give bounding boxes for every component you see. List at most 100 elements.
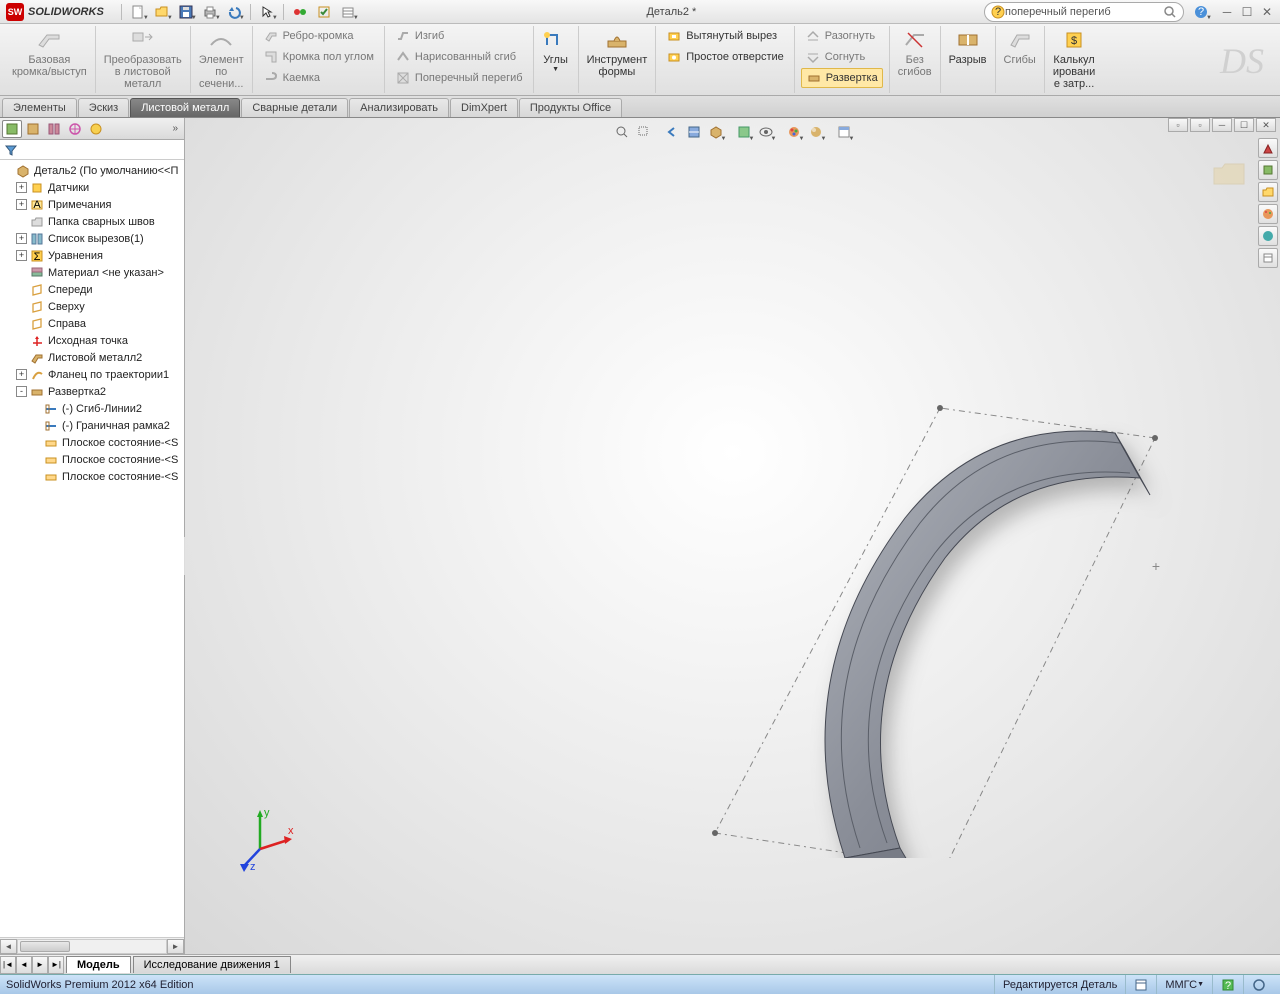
hem-button[interactable]: Каемка xyxy=(259,68,378,88)
edge-flange-button[interactable]: Ребро-кромка xyxy=(259,26,378,46)
status-rebuild-icon[interactable] xyxy=(1243,975,1274,994)
command-tab-5[interactable]: DimXpert xyxy=(450,98,518,117)
tree-expander[interactable]: + xyxy=(16,369,27,380)
tree-item[interactable]: +Датчики xyxy=(0,179,184,196)
taskpane-view-palette[interactable] xyxy=(1258,204,1278,224)
doc-restore[interactable]: ☐ xyxy=(1234,118,1254,132)
taskpane-resources[interactable] xyxy=(1258,138,1278,158)
tree-item[interactable]: Исходная точка xyxy=(0,332,184,349)
doc-window-2[interactable]: ▫ xyxy=(1190,118,1210,132)
tree-item[interactable]: -Развертка2 xyxy=(0,383,184,400)
tree-item[interactable]: (-) Граничная рамка2 xyxy=(0,417,184,434)
miter-flange-button[interactable]: Кромка пол углом xyxy=(259,47,378,67)
tree-item[interactable]: Сверху xyxy=(0,298,184,315)
tree-root[interactable]: Деталь2 (По умолчанию<<П xyxy=(0,162,184,179)
command-tab-4[interactable]: Анализировать xyxy=(349,98,449,117)
tree-item[interactable]: +Фланец по траектории1 xyxy=(0,366,184,383)
taskpane-custom-props[interactable] xyxy=(1258,248,1278,268)
tree-expander[interactable]: + xyxy=(16,182,27,193)
command-tab-2[interactable]: Листовой металл xyxy=(130,98,240,117)
motion-study-tab[interactable]: Исследование движения 1 xyxy=(133,956,291,973)
filter-icon[interactable] xyxy=(4,143,18,157)
command-tab-3[interactable]: Сварные детали xyxy=(241,98,348,117)
display-manager-tab[interactable] xyxy=(86,120,106,138)
rip-button[interactable]: Разрыв xyxy=(945,26,991,68)
tree-item[interactable]: Листовой металл2 xyxy=(0,349,184,366)
scroll-left-button[interactable]: ◄ xyxy=(0,939,17,954)
zoom-area-button[interactable] xyxy=(634,122,654,142)
tree-expander[interactable]: - xyxy=(16,386,27,397)
command-tab-1[interactable]: Эскиз xyxy=(78,98,129,117)
no-bends-button[interactable]: Без сгибов xyxy=(894,26,936,80)
config-manager-tab[interactable] xyxy=(44,120,64,138)
search-icon[interactable] xyxy=(1163,5,1177,19)
help-button[interactable]: ?▼ xyxy=(1190,2,1212,22)
command-tab-6[interactable]: Продукты Office xyxy=(519,98,622,117)
tree-item[interactable]: Плоское состояние-<S xyxy=(0,451,184,468)
print-button[interactable]: ▼ xyxy=(199,2,221,22)
open-button[interactable]: ▼ xyxy=(151,2,173,22)
tab-last[interactable]: ►| xyxy=(48,956,64,974)
restore-button[interactable]: ☐ xyxy=(1238,4,1256,20)
tree-item[interactable]: Плоское состояние-<S xyxy=(0,468,184,485)
traffic-light-icon[interactable] xyxy=(289,2,311,22)
corners-button[interactable]: Углы▼ xyxy=(538,26,574,76)
tab-prev[interactable]: ◄ xyxy=(16,956,32,974)
section-view-button[interactable] xyxy=(684,122,704,142)
options-button[interactable]: ▼ xyxy=(337,2,359,22)
orientation-triad[interactable]: y x z xyxy=(230,804,300,874)
tree-expander[interactable]: + xyxy=(16,199,27,210)
tree-item[interactable]: Спереди xyxy=(0,281,184,298)
lofted-bend-button[interactable]: Элемент по сечени... xyxy=(195,26,248,92)
previous-view-button[interactable] xyxy=(662,122,682,142)
select-button[interactable]: ▼ xyxy=(256,2,278,22)
insert-bends-button[interactable]: Сгибы xyxy=(1000,26,1040,68)
jog-button[interactable]: Изгиб xyxy=(391,26,527,46)
rebuild-button[interactable] xyxy=(313,2,335,22)
flatten-button[interactable]: Развертка xyxy=(801,68,883,88)
base-flange-button[interactable]: Базовая кромка/выступ xyxy=(8,26,91,80)
view-settings-button[interactable]: ▼ xyxy=(834,122,854,142)
scroll-right-button[interactable]: ► xyxy=(167,939,184,954)
minimize-button[interactable]: ─ xyxy=(1218,4,1236,20)
3d-viewport[interactable]: ▫ ▫ ─ ☐ ✕ ▼ ▼ ▼ ▼ ▼ xyxy=(185,118,1280,954)
tree-item[interactable]: Папка сварных швов xyxy=(0,213,184,230)
fold-button[interactable]: Согнуть xyxy=(801,47,883,67)
taskpane-library[interactable] xyxy=(1258,160,1278,180)
panel-tabs-more[interactable]: » xyxy=(168,123,182,134)
command-tab-0[interactable]: Элементы xyxy=(2,98,77,117)
doc-minimize[interactable]: ─ xyxy=(1212,118,1232,132)
apply-scene-button[interactable]: ▼ xyxy=(806,122,826,142)
tab-first[interactable]: |◄ xyxy=(0,956,16,974)
sketched-bend-button[interactable]: Нарисованный сгиб xyxy=(391,47,527,67)
unfold-button[interactable]: Разогнуть xyxy=(801,26,883,46)
convert-sheetmetal-button[interactable]: Преобразовать в листовой металл xyxy=(100,26,186,92)
search-input[interactable] xyxy=(1005,6,1163,18)
property-manager-tab[interactable] xyxy=(23,120,43,138)
scroll-track[interactable] xyxy=(17,939,167,954)
status-help-icon[interactable]: ? xyxy=(1212,975,1243,994)
close-button[interactable]: ✕ xyxy=(1258,4,1276,20)
tree-item[interactable]: Справа xyxy=(0,315,184,332)
simple-hole-button[interactable]: Простое отверстие xyxy=(662,47,788,67)
undo-button[interactable]: ▼ xyxy=(223,2,245,22)
edit-appearance-button[interactable]: ▼ xyxy=(784,122,804,142)
extruded-cut-button[interactable]: Вытянутый вырез xyxy=(662,26,788,46)
view-orientation-button[interactable]: ▼ xyxy=(706,122,726,142)
model-tab[interactable]: Модель xyxy=(66,956,131,973)
doc-close[interactable]: ✕ xyxy=(1256,118,1276,132)
scroll-thumb[interactable] xyxy=(20,941,70,952)
tree-item[interactable]: (-) Сгиб-Линии2 xyxy=(0,400,184,417)
tree-horizontal-scrollbar[interactable]: ◄ ► xyxy=(0,937,184,954)
search-box[interactable]: ? xyxy=(984,2,1184,22)
forming-tool-button[interactable]: Инструмент формы xyxy=(583,26,652,80)
taskpane-appearances[interactable] xyxy=(1258,226,1278,246)
costing-button[interactable]: $Калькул ировани е затр... xyxy=(1049,26,1099,92)
display-style-button[interactable]: ▼ xyxy=(734,122,754,142)
status-customize-icon[interactable] xyxy=(1125,975,1156,994)
feature-tree[interactable]: Деталь2 (По умолчанию<<П +Датчики+AПриме… xyxy=(0,160,184,937)
zoom-fit-button[interactable] xyxy=(612,122,632,142)
doc-window-1[interactable]: ▫ xyxy=(1168,118,1188,132)
tree-expander[interactable]: + xyxy=(16,250,27,261)
tree-expander[interactable]: + xyxy=(16,233,27,244)
